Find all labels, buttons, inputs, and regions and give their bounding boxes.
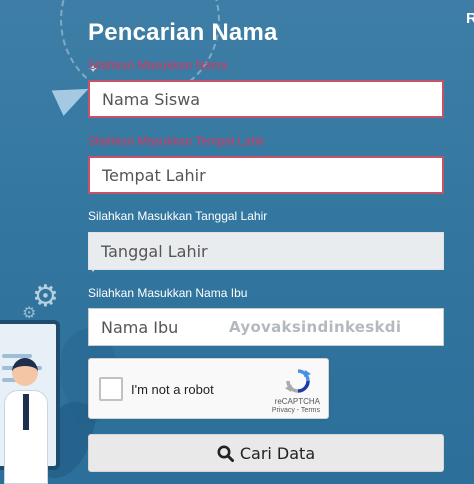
watermark-text: Ayovaksindinkeskdi — [229, 318, 402, 336]
person-head-illustration — [12, 358, 38, 386]
person-illustration — [4, 390, 48, 484]
small-gear-icon: ⚙ — [22, 305, 37, 322]
recaptcha-brand: reCAPTCHA — [274, 397, 320, 406]
tempat-lahir-placeholder: Tempat Lahir — [102, 165, 206, 185]
corner-letter: R — [466, 10, 474, 27]
gear-icon: ⚙ — [32, 280, 59, 313]
nama-siswa-label: Silahkan Masukkan Nama — [88, 58, 228, 72]
tempat-lahir-input[interactable]: Tempat Lahir — [88, 156, 444, 194]
recaptcha-checkbox[interactable] — [99, 377, 123, 401]
recaptcha-terms-link[interactable]: Privacy - Terms — [272, 407, 320, 414]
tanggal-lahir-input[interactable]: Tanggal Lahir — [88, 232, 444, 270]
nama-ibu-label: Silahkan Masukkan Nama Ibu — [88, 286, 248, 300]
recaptcha-label: I'm not a robot — [131, 382, 214, 397]
search-button[interactable]: Cari Data — [88, 434, 444, 472]
nama-ibu-input[interactable]: Nama Ibu Ayovaksindinkeskdi — [88, 308, 444, 346]
recaptcha-logo-icon — [285, 369, 311, 393]
recaptcha-widget: I'm not a robot reCAPTCHA Privacy - Term… — [88, 358, 329, 419]
nama-siswa-placeholder: Nama Siswa — [102, 89, 201, 109]
tempat-lahir-label: Silahkan Masukkan Tempat Lahir — [88, 134, 265, 148]
search-icon — [217, 445, 234, 462]
tie-illustration — [23, 394, 29, 430]
search-button-label: Cari Data — [239, 443, 316, 463]
tanggal-lahir-placeholder: Tanggal Lahir — [101, 241, 208, 261]
page-title: Pencarian Nama — [88, 19, 278, 46]
nama-ibu-placeholder: Nama Ibu — [101, 317, 179, 337]
nama-siswa-input[interactable]: Nama Siswa — [88, 80, 444, 118]
whiteboard-illustration — [0, 320, 60, 470]
tanggal-lahir-label: Silahkan Masukkan Tanggal Lahir — [88, 209, 268, 223]
